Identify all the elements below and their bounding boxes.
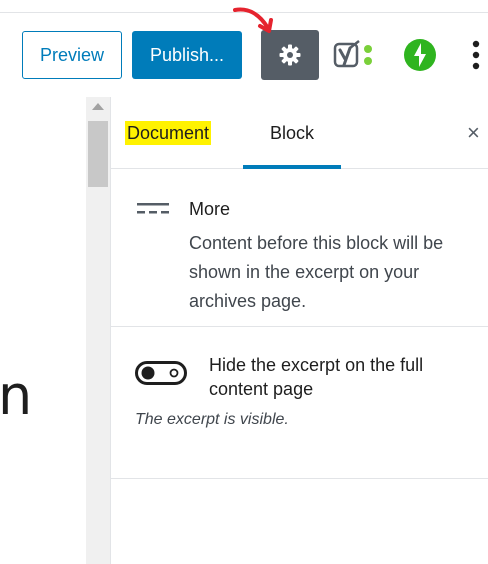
- hide-excerpt-toggle[interactable]: [135, 361, 187, 385]
- scroll-up-arrow-icon[interactable]: [92, 103, 104, 110]
- scrollbar-thumb[interactable]: [88, 121, 108, 187]
- block-card: More Content before this block will be s…: [111, 169, 488, 327]
- block-title: More: [189, 199, 231, 219]
- more-block-icon: [137, 203, 169, 214]
- hide-excerpt-label: Hide the excerpt on the full content pag…: [209, 355, 424, 399]
- annotation-arrow-icon: [233, 7, 273, 33]
- more-vertical-icon: [472, 40, 480, 70]
- editor-text-fragment: n: [0, 364, 33, 427]
- jetpack-button[interactable]: [402, 37, 438, 73]
- close-sidebar-button[interactable]: ×: [467, 119, 488, 147]
- preview-button[interactable]: Preview: [22, 31, 122, 79]
- editor-scrollbar[interactable]: [86, 97, 110, 564]
- gear-icon: [279, 44, 301, 66]
- publish-button[interactable]: Publish...: [132, 31, 242, 79]
- block-description: Content before this block will be shown …: [189, 233, 444, 311]
- editor-screen: Preview Publish... n Document Block × Mo…: [0, 0, 488, 564]
- excerpt-visibility-help: The excerpt is visible.: [135, 411, 289, 428]
- excerpt-settings-panel: Hide the excerpt on the full content pag…: [111, 327, 488, 479]
- yoast-seo-button[interactable]: [332, 35, 380, 75]
- more-options-button[interactable]: [464, 35, 488, 75]
- settings-sidebar: Document Block × More Content before thi…: [110, 97, 488, 564]
- editor-canvas[interactable]: n: [0, 97, 86, 564]
- sidebar-tabs: Document Block ×: [111, 97, 488, 169]
- tab-document[interactable]: Document: [125, 121, 212, 145]
- tab-block[interactable]: Block: [243, 117, 341, 169]
- yoast-icon: [333, 40, 372, 68]
- jetpack-icon: [404, 39, 436, 71]
